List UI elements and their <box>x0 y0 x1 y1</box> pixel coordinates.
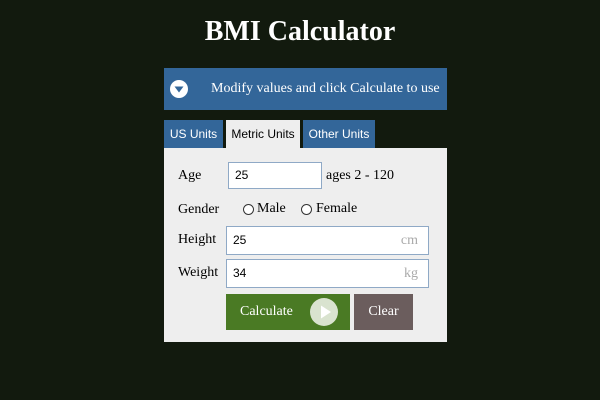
height-unit: cm <box>400 233 418 248</box>
height-label: Height <box>178 232 217 247</box>
tab-us-units[interactable]: US Units <box>164 120 223 148</box>
gender-label: Gender <box>178 202 220 217</box>
gender-male-radio[interactable] <box>243 204 254 215</box>
gender-female-radio[interactable] <box>301 204 312 215</box>
banner-text: Modify values and click Calculate to use <box>211 81 440 96</box>
height-input[interactable]: 25 cm <box>226 226 429 255</box>
weight-value: 34 <box>233 266 247 280</box>
weight-unit: kg <box>404 266 418 281</box>
page-title: BMI Calculator <box>204 16 396 47</box>
weight-label: Weight <box>178 265 219 280</box>
age-hint: ages 2 - 120 <box>326 168 395 183</box>
tab-other-units[interactable]: Other Units <box>303 120 375 148</box>
chevron-down-circle-icon[interactable] <box>170 80 188 98</box>
age-label: Age <box>178 168 202 183</box>
weight-input[interactable]: 34 kg <box>226 259 429 288</box>
gender-male-label[interactable]: Male <box>257 201 286 217</box>
tab-metric-units[interactable]: Metric Units <box>226 120 300 148</box>
play-icon <box>310 298 338 326</box>
calculate-button[interactable]: Calculate <box>226 294 350 330</box>
height-value: 25 <box>233 233 247 247</box>
gender-female-label[interactable]: Female <box>316 201 357 217</box>
clear-button[interactable]: Clear <box>354 294 413 330</box>
instructions-banner[interactable]: Modify values and click Calculate to use <box>164 68 447 110</box>
age-input[interactable]: 25 <box>228 162 322 189</box>
calculator-form: Age 25 ages 2 - 120 Gender Male Female H… <box>164 148 447 342</box>
page: BMI Calculator Modify values and click C… <box>0 0 600 400</box>
calculate-button-label: Calculate <box>240 304 293 319</box>
